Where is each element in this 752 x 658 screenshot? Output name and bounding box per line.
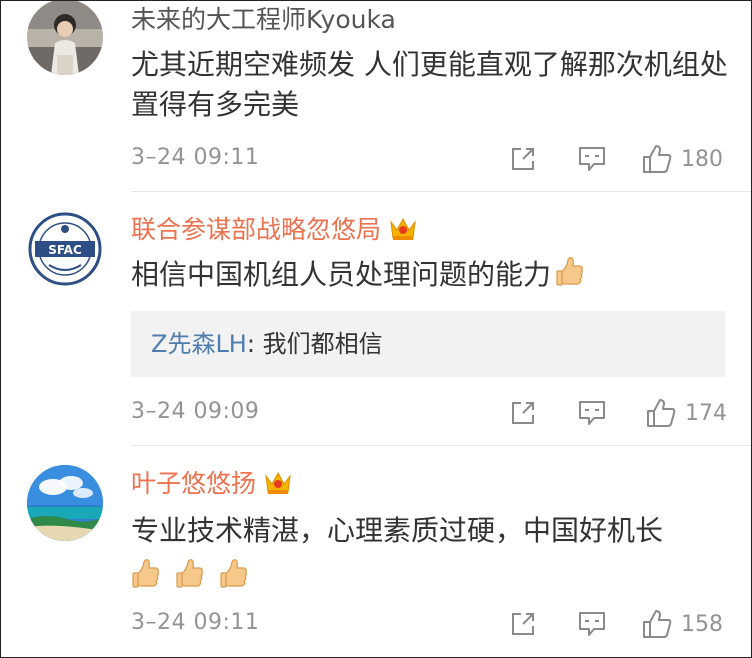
comment-icon — [579, 147, 605, 171]
emoji-row — [131, 557, 263, 597]
comment-button[interactable] — [577, 395, 607, 431]
comment-button[interactable] — [577, 141, 607, 177]
thumbs-up-emoji — [220, 559, 247, 588]
thumbs-up-icon — [643, 610, 672, 638]
share-button[interactable] — [509, 141, 537, 177]
like-button[interactable]: 158 — [641, 606, 723, 642]
comment-text: 专业技术精湛，心理素质过硬，中国好机长 — [131, 511, 731, 597]
person-photo-avatar — [27, 1, 103, 75]
comment-meta: 3–24 09:11 158 — [1, 604, 751, 644]
comment-meta: 3–24 09:09 174 — [1, 393, 751, 433]
comment-text-content: 相信中国机组人员处理问题的能力 — [131, 258, 552, 291]
crown-icon — [390, 217, 416, 240]
avatar-text: SFAC — [48, 243, 82, 257]
like-button[interactable]: 180 — [641, 141, 723, 177]
timestamp: 3–24 09:11 — [131, 145, 260, 170]
username[interactable]: 叶子悠悠扬 — [131, 469, 292, 499]
divider — [131, 445, 751, 446]
like-count: 158 — [681, 611, 723, 637]
username[interactable]: 联合参谋部战略忽悠局 — [131, 215, 417, 245]
like-button[interactable]: 174 — [645, 395, 727, 431]
user-avatar[interactable] — [27, 465, 103, 541]
share-button[interactable] — [509, 395, 537, 431]
comment-text: 相信中国机组人员处理问题的能力 — [131, 255, 731, 295]
thumbs-up-emoji — [176, 559, 203, 588]
username[interactable]: 未来的大工程师Kyouka — [131, 5, 396, 35]
crown-icon — [265, 471, 291, 494]
beach-landscape-avatar — [27, 465, 103, 541]
user-avatar[interactable] — [27, 1, 103, 75]
share-icon — [512, 148, 534, 170]
thumbs-up-icon — [647, 399, 676, 427]
comment-button[interactable] — [577, 606, 607, 642]
share-button[interactable] — [509, 606, 537, 642]
timestamp: 3–24 09:11 — [131, 610, 260, 635]
reply-box[interactable]: Z先森LH: 我们都相信 — [131, 311, 725, 377]
comment-icon — [579, 401, 605, 425]
thumbs-up-emoji — [132, 559, 159, 588]
comment-text-content: 专业技术精湛，心理素质过硬，中国好机长 — [131, 514, 664, 547]
username-text[interactable]: 联合参谋部战略忽悠局 — [131, 215, 381, 244]
reply-separator: : — [246, 330, 263, 358]
thumbs-up-emoji — [556, 257, 583, 286]
comment-text: 尤其近期空难频发 人们更能直观了解那次机组处置得有多完美 — [131, 48, 728, 121]
like-count: 180 — [681, 146, 723, 172]
comment-meta: 3–24 09:11 180 — [1, 139, 751, 179]
like-count: 174 — [685, 400, 727, 426]
reply-text: 我们都相信 — [262, 330, 383, 358]
share-icon — [512, 613, 534, 635]
share-icon — [512, 402, 534, 424]
sfac-emblem-avatar: SFAC — [27, 211, 103, 287]
comment-list: 未来的大工程师Kyouka 尤其近期空难频发 人们更能直观了解那次机组处置得有多… — [0, 0, 752, 658]
divider — [131, 191, 751, 192]
comment-icon — [579, 612, 605, 636]
thumbs-up-icon — [643, 145, 672, 173]
reply-username[interactable]: Z先森LH — [151, 330, 247, 358]
username-text[interactable]: 叶子悠悠扬 — [131, 469, 256, 498]
user-avatar[interactable]: SFAC — [27, 211, 103, 287]
timestamp: 3–24 09:09 — [131, 399, 260, 424]
